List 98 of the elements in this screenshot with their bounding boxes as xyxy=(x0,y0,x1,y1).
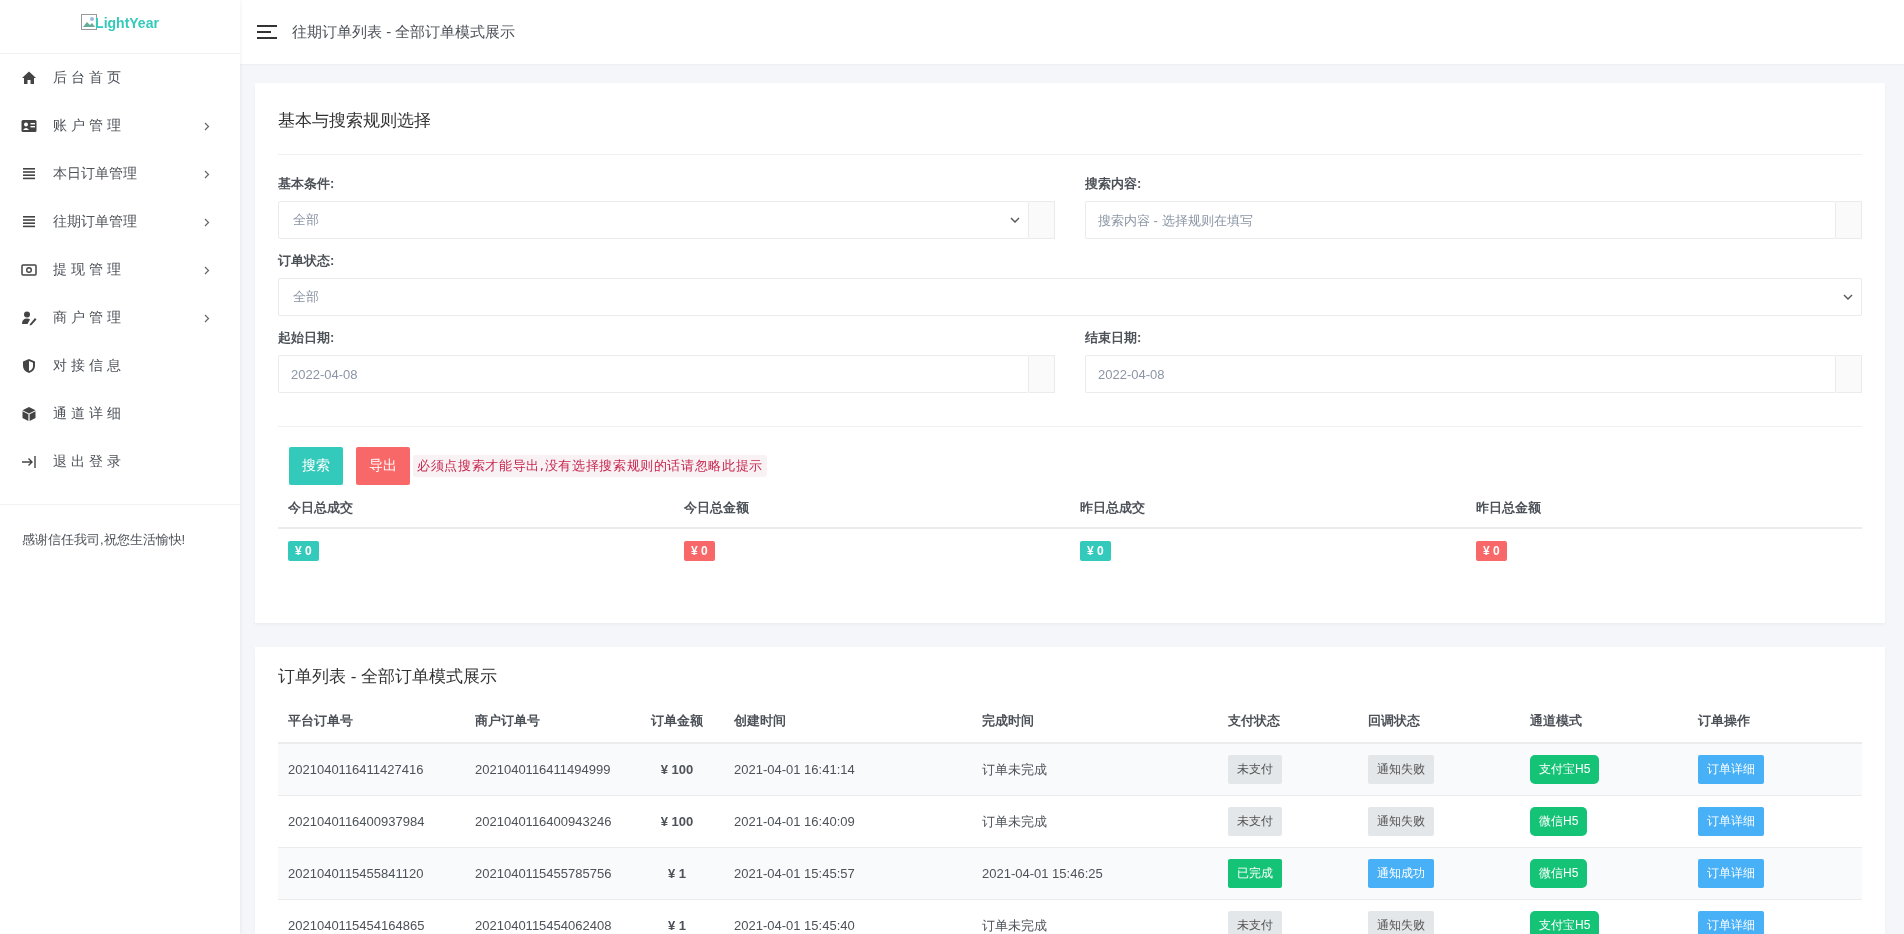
input-field[interactable]: 2022-04-08 xyxy=(1085,355,1836,393)
sidebar-item[interactable]: 对 接 信 息 xyxy=(0,342,240,390)
channel-badge: 微信H5 xyxy=(1530,807,1588,836)
table-cell: 2021-04-01 16:41:14 xyxy=(734,762,855,777)
table-cell: ¥ 1 xyxy=(667,918,687,933)
table-cell: 2021040115455841120 xyxy=(288,866,424,881)
hint-text: 必须点搜索才能导出,没有选择搜索规则的话请忽略此提示 xyxy=(413,455,768,477)
table-cell: ¥ 1 xyxy=(667,866,687,881)
status-badge: 通知失败 xyxy=(1368,807,1434,836)
table-cell: 2021040116400943246 xyxy=(475,814,612,829)
card-title: 基本与搜索规则选择 xyxy=(278,83,1862,155)
select-field[interactable]: 全部 xyxy=(278,201,1029,239)
column-header: 订单操作 xyxy=(1697,712,1751,730)
table-cell: ¥ 100 xyxy=(660,814,694,829)
input-field[interactable]: 2022-04-08 xyxy=(278,355,1029,393)
stat-value: ¥ 0 xyxy=(288,541,319,561)
stat-value: ¥ 0 xyxy=(684,541,715,561)
detail-button[interactable]: 订单详细 xyxy=(1698,859,1764,888)
status-badge: 未支付 xyxy=(1228,911,1282,934)
chevron-right-icon xyxy=(204,265,210,275)
stat-label: 昨日总金额 xyxy=(1466,489,1862,529)
table-cell: 2021-04-01 15:45:40 xyxy=(734,918,855,933)
detail-button[interactable]: 订单详细 xyxy=(1698,755,1764,784)
sidebar-footer-text: 感谢信任我司,祝您生活愉快! xyxy=(0,504,240,575)
field-label: 订单状态: xyxy=(278,252,336,270)
field-label: 搜索内容: xyxy=(1085,175,1143,193)
card-title: 订单列表 - 全部订单模式展示 xyxy=(278,666,499,688)
stat-label: 今日总金额 xyxy=(674,489,1070,529)
table-cell: 2021040116411494999 xyxy=(475,762,611,777)
shield-icon xyxy=(21,358,37,374)
column-header: 平台订单号 xyxy=(287,712,354,730)
column-header: 通道模式 xyxy=(1529,712,1583,730)
stat-label: 今日总成交 xyxy=(278,489,674,529)
column-header: 回调状态 xyxy=(1367,712,1421,730)
field-label: 基本条件: xyxy=(278,175,336,193)
column-header: 创建时间 xyxy=(733,712,787,730)
sidebar-item[interactable]: 退 出 登 录 xyxy=(0,438,240,486)
sidebar-item[interactable]: 提 现 管 理 xyxy=(0,246,240,294)
status-badge: 未支付 xyxy=(1228,807,1282,836)
stat-value: ¥ 0 xyxy=(1080,541,1111,561)
table-cell: 2021-04-01 16:40:09 xyxy=(734,814,855,829)
list-icon xyxy=(21,166,37,182)
table-cell: 2021-04-01 15:46:25 xyxy=(982,866,1103,881)
page-title: 往期订单列表 - 全部订单模式展示 xyxy=(292,22,516,42)
column-header: 支付状态 xyxy=(1227,712,1281,730)
table-cell: 2021040116400937984 xyxy=(288,814,425,829)
input-field[interactable]: 搜索内容 - 选择规则在填写 xyxy=(1085,201,1836,239)
status-badge: 通知失败 xyxy=(1368,755,1434,784)
sidebar-item[interactable]: 账 户 管 理 xyxy=(0,102,240,150)
status-badge: 通知成功 xyxy=(1368,859,1434,888)
chevron-right-icon xyxy=(204,313,210,323)
sidebar-item[interactable]: 后 台 首 页 xyxy=(0,54,240,102)
logout-icon xyxy=(21,454,37,470)
column-header: 商户订单号 xyxy=(474,712,541,730)
table-cell: 订单未完成 xyxy=(982,813,1047,829)
export-button[interactable]: 导出 xyxy=(356,447,410,485)
channel-badge: 支付宝H5 xyxy=(1530,755,1600,784)
menu-icon[interactable] xyxy=(257,25,277,39)
detail-button[interactable]: 订单详细 xyxy=(1698,807,1764,836)
search-button[interactable]: 搜索 xyxy=(289,447,343,485)
table-cell: 2021-04-01 15:45:57 xyxy=(734,866,855,881)
sidebar-item[interactable]: 往期订单管理 xyxy=(0,198,240,246)
table-cell: 2021040115454062408 xyxy=(475,918,612,933)
channel-badge: 支付宝H5 xyxy=(1530,911,1600,934)
field-label: 结束日期: xyxy=(1085,329,1143,347)
table-cell: 2021040115454164865 xyxy=(288,918,425,933)
select-field[interactable]: 全部 xyxy=(278,278,1862,316)
channel-badge: 微信H5 xyxy=(1530,859,1588,888)
cube-icon xyxy=(21,406,37,422)
chevron-right-icon xyxy=(204,169,210,179)
broken-image-icon xyxy=(81,14,98,30)
detail-button[interactable]: 订单详细 xyxy=(1698,911,1764,934)
sidebar-item[interactable]: 本日订单管理 xyxy=(0,150,240,198)
column-header: 完成时间 xyxy=(981,712,1035,730)
stat-value: ¥ 0 xyxy=(1476,541,1507,561)
sidebar-item[interactable]: 通 道 详 细 xyxy=(0,390,240,438)
caret-icon xyxy=(1010,217,1020,223)
chevron-right-icon xyxy=(204,217,210,227)
status-badge: 已完成 xyxy=(1228,859,1282,888)
table-cell: 2021040116411427416 xyxy=(288,762,424,777)
status-badge: 未支付 xyxy=(1228,755,1282,784)
list-icon xyxy=(21,214,37,230)
table-cell: ¥ 100 xyxy=(660,762,694,777)
home-icon xyxy=(21,70,37,86)
user-edit-icon xyxy=(21,310,37,326)
table-cell: 2021040115455785756 xyxy=(475,866,612,881)
stat-label: 昨日总成交 xyxy=(1070,489,1466,529)
caret-icon xyxy=(1843,294,1853,300)
field-label: 起始日期: xyxy=(278,329,336,347)
column-header: 订单金额 xyxy=(650,712,704,730)
id-card-icon xyxy=(21,118,37,134)
chevron-right-icon xyxy=(204,121,210,131)
logo-link[interactable]: LightYear xyxy=(0,0,240,54)
table-cell: 订单未完成 xyxy=(982,917,1047,933)
banknote-icon xyxy=(21,262,37,278)
sidebar-item[interactable]: 商 户 管 理 xyxy=(0,294,240,342)
status-badge: 通知失败 xyxy=(1368,911,1434,934)
table-cell: 订单未完成 xyxy=(982,761,1047,777)
